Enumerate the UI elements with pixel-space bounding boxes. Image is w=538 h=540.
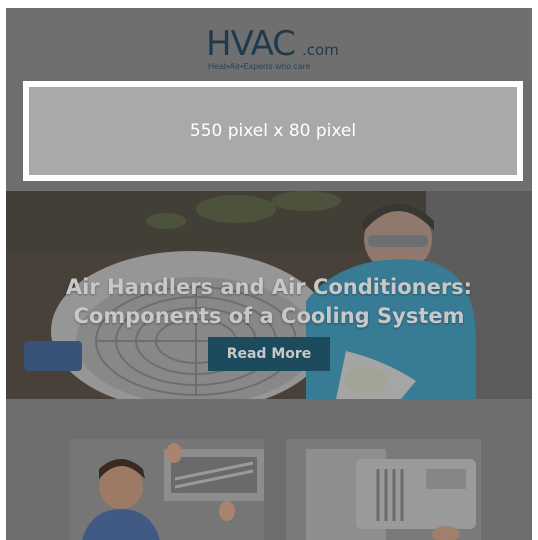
logo-domain-suffix: .com <box>302 41 339 59</box>
hvac-logo[interactable]: HVAC .com Heat•Air•Experts who care <box>206 25 346 75</box>
hero-headline-line-2: Components of a Cooling System <box>73 304 465 328</box>
ad-placeholder: 550 pixel x 80 pixel <box>29 87 517 175</box>
technician-photo <box>69 439 264 540</box>
ac-unit-photo <box>286 439 481 540</box>
hero-headline-line-1: Air Handlers and Air Conditioners: <box>65 275 473 299</box>
article-thumbnails <box>6 399 532 540</box>
ad-banner[interactable]: 550 pixel x 80 pixel <box>23 81 523 181</box>
article-thumbnail-technician[interactable] <box>69 439 264 540</box>
logo-wordmark: HVAC <box>206 24 296 64</box>
hero-banner: Air Handlers and Air Conditioners: Compo… <box>6 191 532 399</box>
article-thumbnail-ac-unit[interactable] <box>286 439 481 540</box>
ad-size-label: 550 pixel x 80 pixel <box>189 121 357 141</box>
logo-tagline: Heat•Air•Experts who care <box>208 61 311 71</box>
site-header: HVAC .com Heat•Air•Experts who care <box>6 8 532 80</box>
hero-headline[interactable]: Air Handlers and Air Conditioners: Compo… <box>6 273 532 331</box>
read-more-button[interactable]: Read More <box>208 337 330 371</box>
page: HVAC .com Heat•Air•Experts who care 550 … <box>6 8 532 540</box>
